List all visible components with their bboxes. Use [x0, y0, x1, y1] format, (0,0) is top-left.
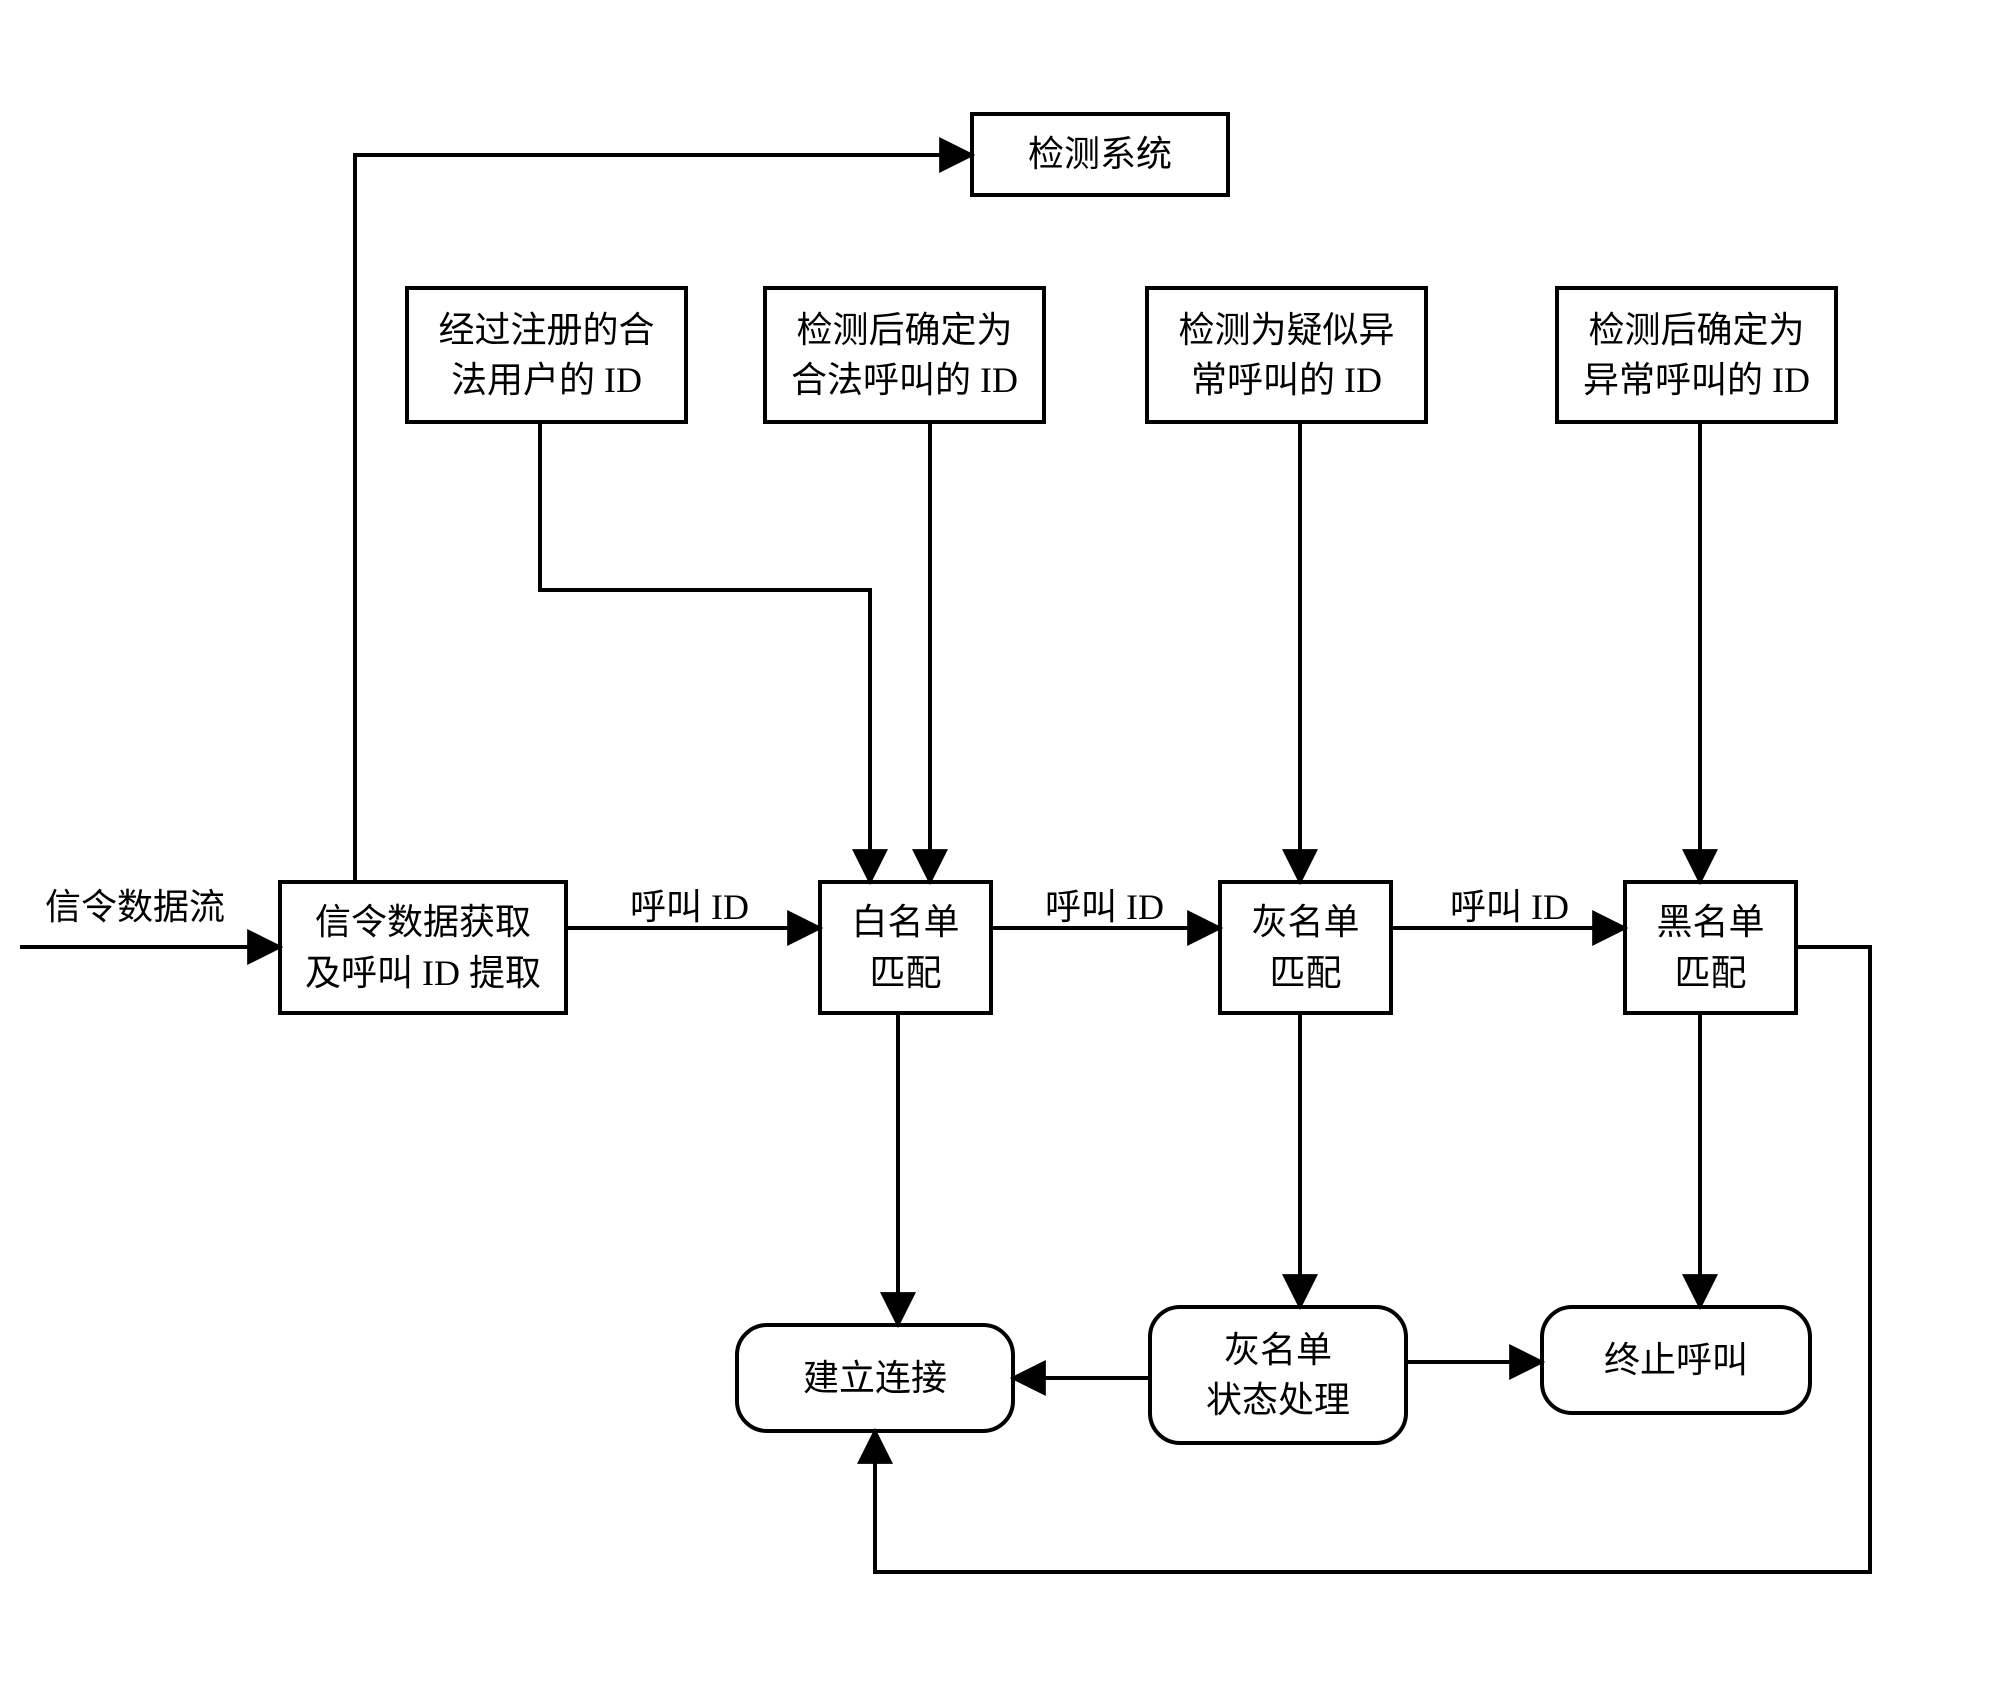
box-establish-connection: 建立连接 — [735, 1323, 1015, 1433]
label-call-id-3: 呼叫 ID — [1450, 878, 1569, 930]
box-registered-legal-user-id: 经过注册的合 法用户的 ID — [405, 286, 688, 424]
text-graylist-state-process-l1: 灰名单 — [1224, 1325, 1332, 1375]
text-suspected-abnormal-call-id-l2: 常呼叫的 ID — [1191, 355, 1382, 405]
text-confirmed-abnormal-call-id-l2: 异常呼叫的 ID — [1583, 355, 1810, 405]
text-whitelist-match-l2: 匹配 — [869, 948, 941, 998]
text-confirmed-legal-call-id-l1: 检测后确定为 — [796, 305, 1012, 355]
text-establish-connection: 建立连接 — [803, 1353, 947, 1403]
text-registered-legal-user-id-l1: 经过注册的合 — [438, 305, 654, 355]
box-blacklist-match: 黑名单 匹配 — [1623, 880, 1798, 1015]
text-graylist-state-process-l2: 状态处理 — [1206, 1375, 1350, 1425]
label-call-id-1: 呼叫 ID — [630, 878, 749, 930]
box-suspected-abnormal-call-id: 检测为疑似异 常呼叫的 ID — [1145, 286, 1428, 424]
text-confirmed-legal-call-id-l2: 合法呼叫的 ID — [791, 355, 1018, 405]
label-signaling-data-flow: 信令数据流 — [45, 878, 225, 930]
diagram-arrows — [0, 0, 2011, 1704]
box-terminate-call: 终止呼叫 — [1540, 1305, 1812, 1415]
box-detection-system: 检测系统 — [970, 112, 1230, 197]
text-confirmed-abnormal-call-id-l1: 检测后确定为 — [1588, 305, 1804, 355]
text-signaling-acquire-l1: 信令数据获取 — [315, 897, 531, 947]
box-confirmed-legal-call-id: 检测后确定为 合法呼叫的 ID — [763, 286, 1046, 424]
box-graylist-state-process: 灰名单 状态处理 — [1148, 1305, 1408, 1445]
text-signaling-acquire-l2: 及呼叫 ID 提取 — [305, 948, 541, 998]
text-whitelist-match-l1: 白名单 — [851, 897, 959, 947]
box-graylist-match: 灰名单 匹配 — [1218, 880, 1393, 1015]
box-signaling-acquire: 信令数据获取 及呼叫 ID 提取 — [278, 880, 568, 1015]
text-graylist-match-l1: 灰名单 — [1251, 897, 1359, 947]
box-whitelist-match: 白名单 匹配 — [818, 880, 993, 1015]
text-terminate-call: 终止呼叫 — [1604, 1335, 1748, 1385]
text-registered-legal-user-id-l2: 法用户的 ID — [451, 355, 642, 405]
text-suspected-abnormal-call-id-l1: 检测为疑似异 — [1178, 305, 1394, 355]
text-blacklist-match-l1: 黑名单 — [1656, 897, 1764, 947]
label-call-id-2: 呼叫 ID — [1045, 878, 1164, 930]
text-detection-system: 检测系统 — [1028, 129, 1172, 179]
box-confirmed-abnormal-call-id: 检测后确定为 异常呼叫的 ID — [1555, 286, 1838, 424]
text-blacklist-match-l2: 匹配 — [1674, 948, 1746, 998]
text-graylist-match-l2: 匹配 — [1269, 948, 1341, 998]
